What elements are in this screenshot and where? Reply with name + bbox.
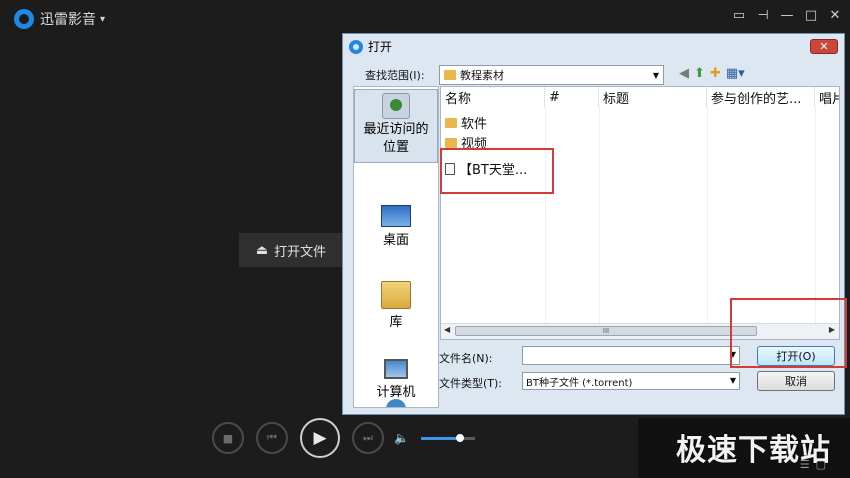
previous-button[interactable]: ⏮ xyxy=(256,422,288,454)
chevron-down-icon: ▼ xyxy=(729,376,736,385)
cancel-button[interactable]: 取消 xyxy=(757,371,835,391)
playback-controls: ■ ⏮ ▶ ⏭ 🔈 xyxy=(212,418,475,458)
window-controls: ▭ ⊣ — □ ✕ xyxy=(732,8,842,23)
file-name-input[interactable]: ▼ xyxy=(522,346,740,365)
chevron-down-icon: ▾ xyxy=(100,13,106,25)
pin-icon[interactable]: ⊣ xyxy=(756,8,770,23)
minimize-icon[interactable]: — xyxy=(780,8,794,23)
playlist-icon[interactable]: ☰ xyxy=(800,458,816,471)
column-header-album[interactable]: 唱片 xyxy=(815,87,839,107)
stop-icon: ■ xyxy=(222,431,234,445)
place-network[interactable] xyxy=(354,399,438,407)
look-in-value: 教程素材 xyxy=(460,69,504,82)
fullscreen-icon[interactable]: ▢ xyxy=(816,458,832,471)
eject-icon: ⏏ xyxy=(255,242,269,258)
stop-button[interactable]: ■ xyxy=(212,422,244,454)
previous-icon: ⏮ xyxy=(267,431,277,444)
scroll-left-icon[interactable]: ◀ xyxy=(444,325,450,334)
volume-icon[interactable]: 🔈 xyxy=(394,431,409,445)
network-icon xyxy=(386,399,406,407)
folder-icon xyxy=(444,70,456,80)
column-header-artists[interactable]: 参与创作的艺... xyxy=(707,87,815,107)
chevron-down-icon: ▼ xyxy=(652,70,659,80)
file-name: 软件 xyxy=(461,117,488,132)
view-menu-icon[interactable]: ▦▾ xyxy=(726,66,745,81)
folder-icon[interactable]: ▭ xyxy=(732,8,746,23)
new-folder-icon[interactable]: ✚ xyxy=(710,66,721,81)
column-divider xyxy=(815,107,816,323)
file-type-label: 文件类型(T): xyxy=(439,377,503,390)
app-title-text: 迅雷影音 xyxy=(40,12,96,28)
sort-ascending-icon: ^ xyxy=(489,86,496,93)
folder-icon xyxy=(445,137,457,148)
file-name-label: 文件名(N): xyxy=(439,352,493,365)
navigation-toolbar: ◀ ⬆ ✚ ▦▾ xyxy=(679,66,745,81)
up-folder-icon[interactable]: ⬆ xyxy=(694,66,705,81)
file-type-select[interactable]: BT种子文件 (*.torrent) ▼ xyxy=(522,372,740,390)
open-file-button[interactable]: ⏏ 打开文件 xyxy=(239,233,343,267)
library-icon xyxy=(381,281,411,309)
volume-fill xyxy=(420,436,460,440)
app-logo-icon xyxy=(14,9,34,29)
place-label: 桌面 xyxy=(382,233,409,248)
place-label: 库 xyxy=(389,315,403,330)
look-in-label: 查找范围(I): xyxy=(365,69,425,82)
place-label: 最近访问的位置 xyxy=(363,122,429,155)
next-icon: ⏭ xyxy=(363,431,373,444)
place-label: 计算机 xyxy=(376,385,416,400)
desktop-icon xyxy=(381,205,411,227)
highlight-torrent-file xyxy=(440,148,554,194)
volume-knob[interactable] xyxy=(455,433,464,442)
column-divider xyxy=(545,107,546,323)
column-header-number[interactable]: # xyxy=(545,87,599,107)
column-header-title[interactable]: 标题 xyxy=(599,87,707,107)
place-library[interactable]: 库 xyxy=(354,281,438,330)
column-divider xyxy=(599,107,600,323)
recent-places-icon xyxy=(382,93,410,119)
file-type-value: BT种子文件 (*.torrent) xyxy=(526,377,633,389)
dialog-title: 打开 xyxy=(368,40,393,54)
highlight-open-button xyxy=(730,298,847,368)
dialog-logo-icon xyxy=(349,39,363,54)
place-computer[interactable]: 计算机 xyxy=(354,359,438,400)
place-desktop[interactable]: 桌面 xyxy=(354,205,438,248)
file-row-folder-software[interactable]: 软件 xyxy=(445,113,487,132)
app-title[interactable]: 迅雷影音 ▾ xyxy=(14,8,105,30)
back-icon[interactable]: ◀ xyxy=(679,66,689,81)
computer-icon xyxy=(384,359,408,379)
place-recent[interactable]: 最近访问的位置 xyxy=(354,89,438,163)
play-button[interactable]: ▶ xyxy=(300,418,340,458)
close-icon[interactable]: ✕ xyxy=(828,8,842,23)
column-header-name[interactable]: 名称 ^ xyxy=(441,87,545,107)
folder-icon xyxy=(445,117,457,128)
next-button[interactable]: ⏭ xyxy=(352,422,384,454)
bottom-right-icons: ☰▢ xyxy=(800,458,832,471)
places-bar: 最近访问的位置 桌面 库 计算机 xyxy=(353,86,439,408)
open-file-label: 打开文件 xyxy=(274,244,327,260)
play-icon: ▶ xyxy=(313,428,327,448)
close-icon: ✕ xyxy=(819,40,829,53)
volume-slider[interactable] xyxy=(420,433,475,442)
column-divider xyxy=(707,107,708,323)
dialog-close-button[interactable]: ✕ xyxy=(810,39,838,54)
look-in-select[interactable]: 教程素材 ▼ xyxy=(439,65,664,85)
dialog-titlebar: 打开 xyxy=(349,38,392,55)
maximize-icon[interactable]: □ xyxy=(804,8,818,23)
scrollbar-thumb[interactable]: III xyxy=(455,326,757,336)
